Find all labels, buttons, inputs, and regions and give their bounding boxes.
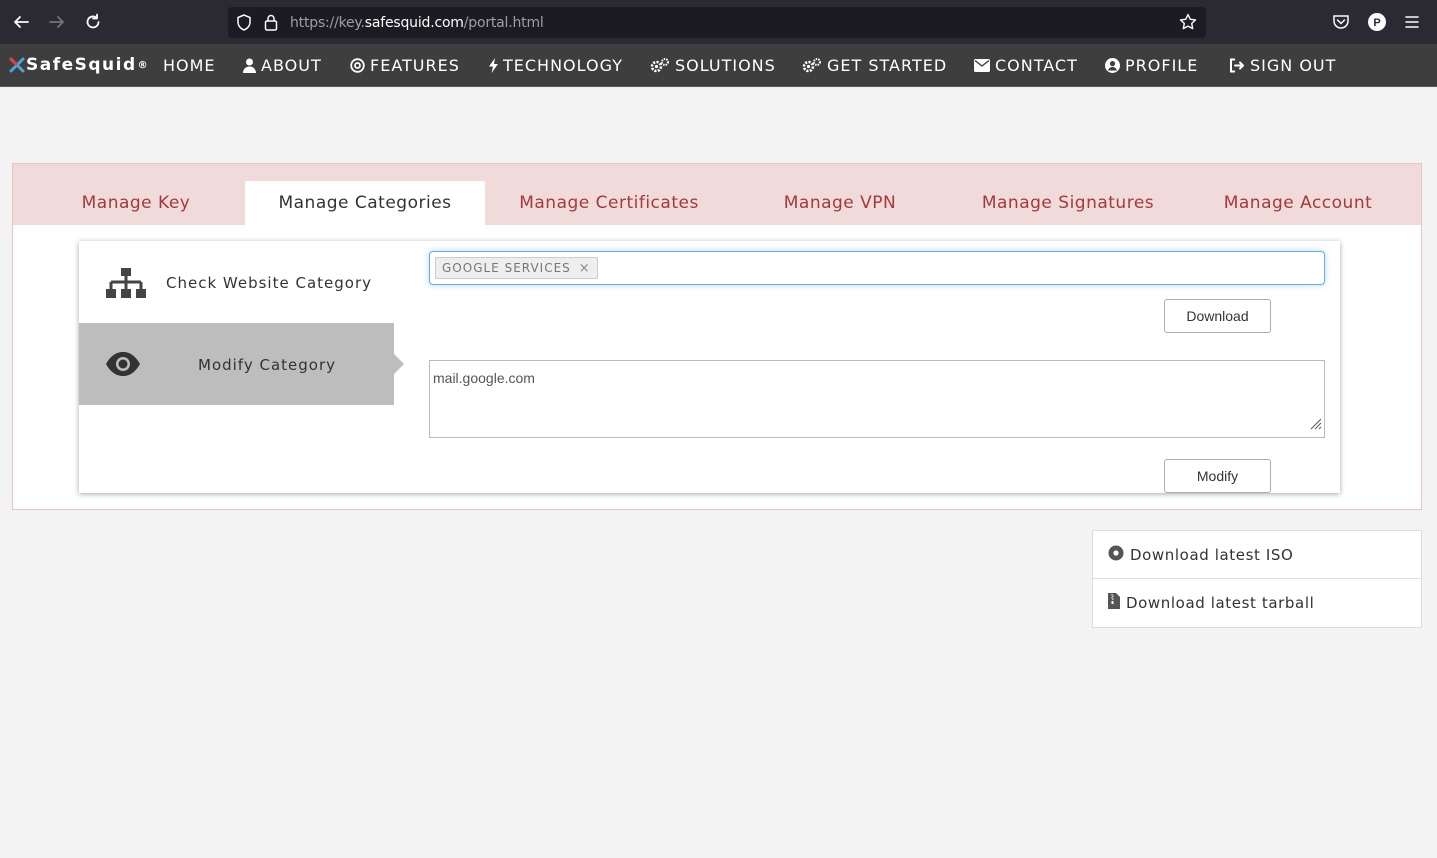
nav-features[interactable]: FEATURES [350, 56, 460, 75]
nav-get-started[interactable]: GET STARTED [802, 56, 947, 75]
nav-about-label: ABOUT [261, 56, 322, 75]
safesquid-logo-icon [9, 57, 25, 73]
site-navigation: SafeSquid ® HOME ABOUT FEATURES TECHNOLOG… [0, 44, 1437, 87]
menu-icon[interactable] [1404, 14, 1420, 35]
tab-manage-key[interactable]: Manage Key [57, 181, 215, 225]
file-archive-icon [1108, 592, 1120, 613]
brand-logo[interactable]: SafeSquid ® [8, 55, 149, 75]
brand-name: SafeSquid [26, 55, 137, 75]
download-iso-link[interactable]: Download latest ISO [1093, 531, 1421, 579]
brand-registered-mark: ® [137, 59, 150, 71]
nav-features-label: FEATURES [370, 56, 460, 75]
sidebar-item-label: Check Website Category [166, 274, 372, 292]
tab-manage-account[interactable]: Manage Account [1213, 181, 1383, 225]
tab-manage-signatures[interactable]: Manage Signatures [973, 181, 1163, 225]
sidebar-item-modify-category[interactable]: Modify Category [79, 323, 404, 405]
url-text: https://key.safesquid.com/portal.html [290, 15, 544, 31]
download-iso-label: Download latest ISO [1130, 545, 1294, 564]
tab-manage-vpn[interactable]: Manage VPN [763, 181, 917, 225]
lock-icon[interactable] [264, 14, 278, 36]
bullseye-icon [350, 58, 365, 73]
shield-icon[interactable] [236, 14, 252, 36]
nav-profile[interactable]: PROFILE [1105, 56, 1198, 75]
disc-icon [1108, 545, 1124, 565]
domains-textarea-value: mail.google.com [433, 370, 535, 386]
tab-bar: Manage Key Manage Categories Manage Cert… [13, 164, 1421, 225]
nav-solutions-label: SOLUTIONS [675, 56, 776, 75]
nav-home-label: HOME [163, 56, 216, 75]
sidebar-item-label: Modify Category [198, 356, 336, 374]
user-icon [243, 58, 256, 73]
url-prefix: https://key. [290, 15, 365, 31]
tab-manage-certificates[interactable]: Manage Certificates [509, 181, 709, 225]
envelope-icon [974, 59, 990, 72]
forward-icon[interactable] [46, 11, 68, 33]
nav-about[interactable]: ABOUT [243, 56, 322, 75]
gears-icon [650, 58, 669, 73]
url-domain: safesquid.com [364, 15, 464, 31]
reload-icon[interactable] [82, 11, 104, 33]
downloads-box: Download latest ISO Download latest tarb… [1092, 530, 1422, 628]
bookmark-star-icon[interactable] [1179, 13, 1197, 36]
nav-sign-out-label: SIGN OUT [1250, 56, 1337, 75]
category-tag-label: GOOGLE SERVICES [442, 261, 571, 275]
nav-home[interactable]: HOME [163, 56, 216, 75]
nav-get-started-label: GET STARTED [827, 56, 948, 75]
download-button[interactable]: Download [1164, 299, 1271, 333]
nav-technology[interactable]: TECHNOLOGY [489, 56, 623, 75]
bolt-icon [489, 58, 498, 73]
eye-icon [105, 351, 141, 382]
sign-out-icon [1230, 58, 1244, 73]
category-tag: GOOGLE SERVICES × [435, 257, 598, 279]
back-icon[interactable] [10, 11, 32, 33]
resize-handle-icon[interactable] [1310, 417, 1322, 435]
svg-text:P: P [1373, 17, 1380, 29]
account-avatar-icon[interactable]: P [1368, 13, 1386, 36]
nav-contact[interactable]: CONTACT [974, 56, 1078, 75]
nav-solutions[interactable]: SOLUTIONS [650, 56, 776, 75]
active-indicator-arrow [394, 354, 404, 374]
category-card: Check Website Category Modify Category G… [79, 241, 1340, 493]
sidebar-item-check-website-category[interactable]: Check Website Category [79, 241, 394, 324]
sitemap-icon [106, 268, 146, 304]
url-path: /portal.html [463, 15, 544, 31]
browser-toolbar: https://key.safesquid.com/portal.html P [0, 0, 1437, 44]
download-tarball-link[interactable]: Download latest tarball [1093, 579, 1421, 626]
manage-panel: Manage Key Manage Categories Manage Cert… [12, 163, 1422, 510]
nav-sign-out[interactable]: SIGN OUT [1229, 56, 1336, 75]
nav-technology-label: TECHNOLOGY [503, 56, 623, 75]
user-circle-icon [1105, 58, 1120, 73]
modify-button[interactable]: Modify [1164, 459, 1271, 493]
nav-contact-label: CONTACT [995, 56, 1078, 75]
nav-profile-label: PROFILE [1125, 56, 1199, 75]
download-tarball-label: Download latest tarball [1126, 593, 1315, 612]
remove-tag-icon[interactable]: × [579, 261, 591, 276]
category-tag-input[interactable]: GOOGLE SERVICES × [429, 251, 1325, 285]
address-bar[interactable]: https://key.safesquid.com/portal.html [228, 7, 1206, 38]
pocket-icon[interactable] [1332, 13, 1350, 36]
tab-manage-categories[interactable]: Manage Categories [245, 181, 485, 225]
domains-textarea[interactable]: mail.google.com [429, 360, 1325, 438]
gears-icon [802, 58, 821, 73]
